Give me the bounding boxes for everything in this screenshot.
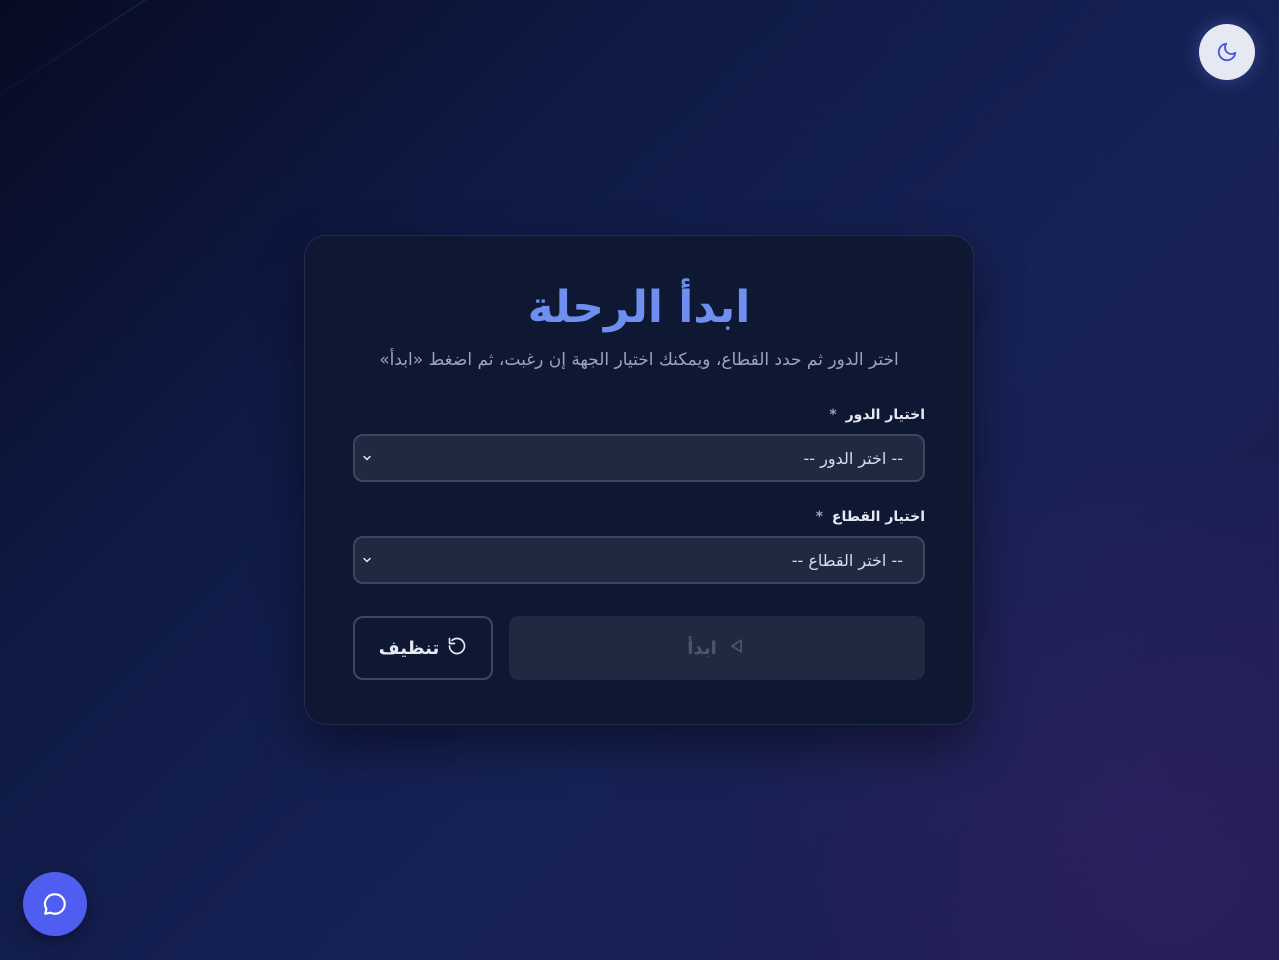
refresh-icon: [448, 636, 468, 661]
role-label: اختيار الدور *: [354, 406, 926, 424]
role-select[interactable]: -- اختر الدور --: [354, 434, 926, 482]
start-button-label: ابدأ: [688, 637, 718, 659]
chevron-down-icon: [362, 452, 374, 464]
play-icon: [728, 636, 748, 661]
chat-button[interactable]: [24, 872, 88, 936]
page-subtitle: اختر الدور ثم حدد القطاع، ويمكنك اختيار …: [380, 350, 900, 370]
sector-label: اختيار القطاع *: [354, 508, 926, 526]
role-field: اختيار الدور * -- اختر الدور --: [354, 406, 926, 482]
required-mark: *: [816, 509, 825, 525]
sector-field: اختيار القطاع * -- اختر القطاع --: [354, 508, 926, 584]
role-select-value: -- اختر الدور --: [804, 448, 904, 468]
page-title: ابدأ الرحلة: [528, 282, 752, 333]
sector-label-text: اختيار القطاع: [832, 509, 926, 525]
start-button[interactable]: ابدأ: [510, 616, 926, 680]
clear-button[interactable]: تنظيف: [354, 616, 494, 680]
start-journey-card: ابدأ الرحلة اختر الدور ثم حدد القطاع، وي…: [305, 235, 975, 725]
moon-icon: [1218, 42, 1238, 62]
sector-select-value: -- اختر القطاع --: [792, 550, 904, 570]
clear-button-label: تنظيف: [379, 637, 441, 659]
required-mark: *: [830, 407, 838, 423]
sector-select[interactable]: -- اختر القطاع --: [354, 536, 926, 584]
role-label-text: اختيار الدور: [846, 407, 926, 423]
chevron-down-icon: [362, 554, 374, 566]
theme-toggle-button[interactable]: [1200, 24, 1256, 80]
background-streak: [0, 0, 548, 122]
chat-bubble-icon: [44, 893, 67, 915]
form-actions: ابدأ تنظيف: [354, 616, 926, 680]
